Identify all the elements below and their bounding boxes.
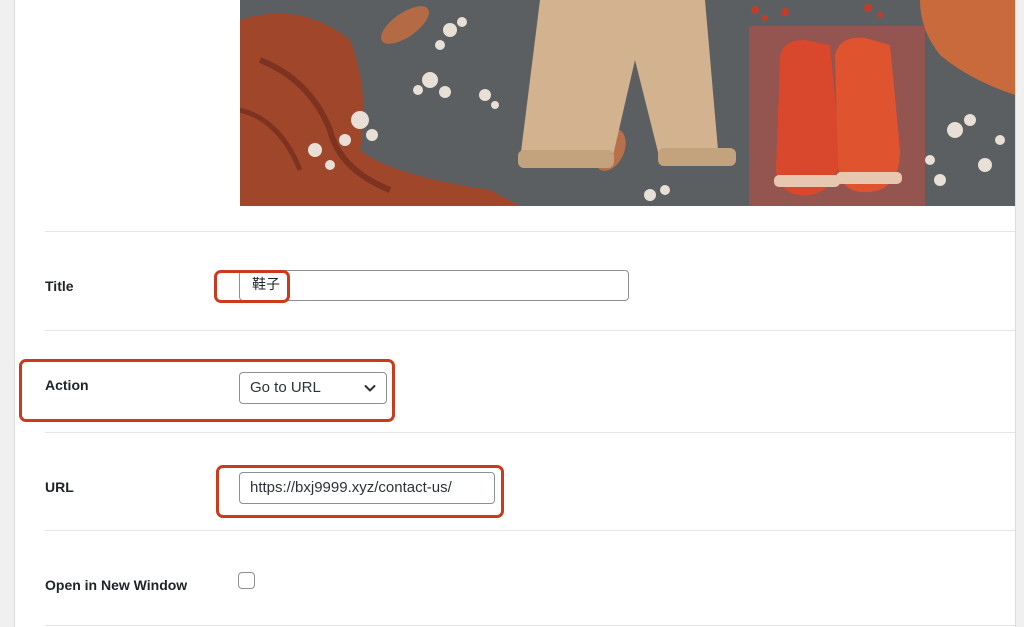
url-input[interactable]: https://bxj9999.xyz/contact-us/: [239, 472, 495, 504]
new-window-checkbox[interactable]: [238, 572, 255, 589]
divider: [45, 231, 1015, 232]
divider: [45, 330, 1015, 331]
product-image: [240, 0, 1015, 206]
url-label: URL: [45, 479, 74, 495]
title-input[interactable]: 鞋子: [239, 270, 629, 301]
chevron-down-icon: [364, 385, 376, 392]
action-label: Action: [45, 377, 89, 393]
action-select[interactable]: Go to URL: [239, 372, 387, 404]
title-label: Title: [45, 278, 74, 294]
settings-panel: Title 鞋子 Action Go to URL URL https://bx…: [14, 0, 1016, 627]
product-photo-graphic: [240, 0, 1015, 206]
action-selected-value: Go to URL: [250, 379, 321, 396]
divider: [45, 432, 1015, 433]
divider: [45, 625, 1015, 626]
divider: [45, 530, 1015, 531]
new-window-label: Open in New Window: [45, 577, 188, 593]
